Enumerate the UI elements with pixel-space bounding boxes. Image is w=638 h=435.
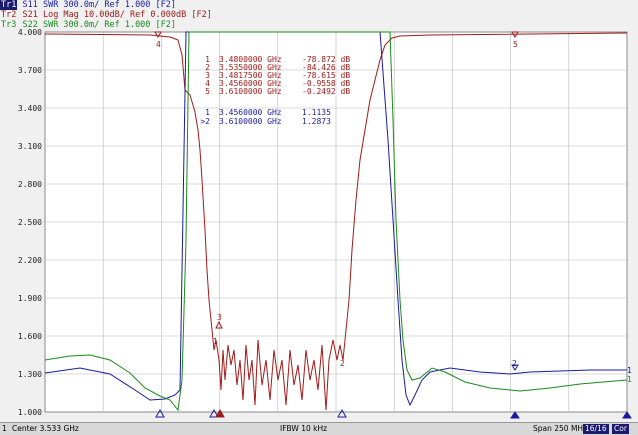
marker-3-label: 3: [217, 313, 222, 322]
y-tick-label: 1.300: [18, 370, 42, 379]
marker-table-row: 1 3.4560000 GHz 1.1135: [205, 108, 331, 117]
correction-indicator[interactable]: Cor: [612, 424, 629, 434]
sweep-count: 16/16: [583, 424, 609, 434]
marker-4-label: 4: [156, 40, 161, 49]
stim-marker-6-icon[interactable]: [622, 411, 632, 419]
y-tick-label: 3.100: [18, 142, 42, 151]
s22-right-label: 1: [627, 375, 632, 384]
center-frequency[interactable]: Center 3.533 GHz: [12, 423, 79, 435]
marker-1-s21[interactable]: 1: [213, 337, 218, 346]
stim-marker-5-icon[interactable]: [510, 411, 520, 419]
y-tick-label: 2.500: [18, 218, 42, 227]
marker-table-row: >2 3.6100000 GHz 1.2873: [200, 117, 331, 126]
marker-2-s21-label: 2: [340, 359, 345, 368]
marker-table-row: 5 3.6100000 GHz -0.2492 dB: [205, 87, 350, 96]
plot-area[interactable]: 4.000 3.700 3.400 3.100 2.800 2.500 2.200 1.900…: [0, 0, 638, 422]
channel-number[interactable]: 1: [2, 423, 7, 435]
y-tick-labels: 4.000 3.700 3.400 3.100 2.800 2.500 2.200 1.900…: [18, 28, 42, 417]
y-tick-label: 1.900: [18, 294, 42, 303]
marker-5-label: 5: [513, 40, 518, 49]
y-tick-label: 3.700: [18, 66, 42, 75]
y-tick-label: 4.000: [18, 28, 42, 37]
span-frequency[interactable]: Span 250 MHz: [533, 423, 587, 435]
y-tick-label: 3.400: [18, 104, 42, 113]
marker-table: 1 3.4800000 GHz -78.872 dB2 3.5350000 GHz -8…: [200, 55, 350, 126]
y-tick-label: 2.200: [18, 256, 42, 265]
s11-right-label: 1: [627, 366, 632, 375]
ifbw[interactable]: IFBW 10 kHz: [280, 423, 327, 435]
y-tick-label: 1.600: [18, 332, 42, 341]
y-tick-label: 2.800: [18, 180, 42, 189]
status-bar: 1 Center 3.533 GHz IFBW 10 kHz Span 250 …: [0, 422, 638, 435]
y-tick-label: 1.000: [18, 408, 42, 417]
marker-2-s21[interactable]: 2: [340, 359, 345, 368]
marker-1-s21-label: 1: [213, 337, 218, 346]
